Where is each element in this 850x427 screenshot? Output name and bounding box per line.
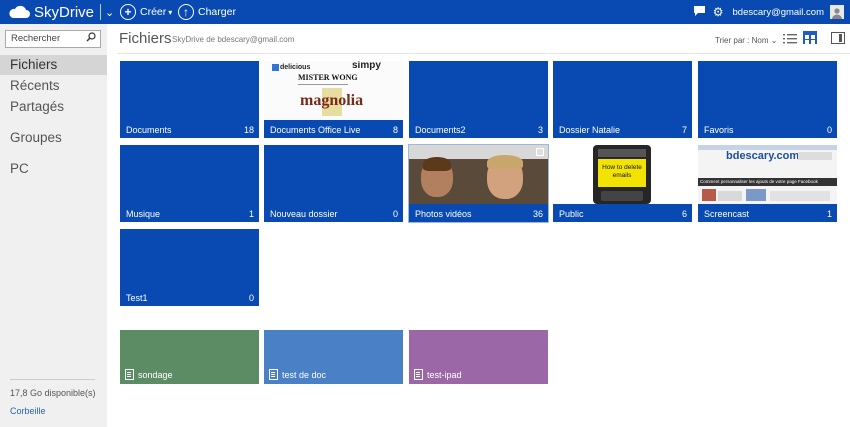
upload-circle-icon: ↑ (178, 4, 194, 20)
thumb-text-bdescary: bdescary.com (726, 150, 800, 162)
brand-name: SkyDrive (34, 3, 95, 21)
upload-button[interactable]: ↑ Charger (178, 3, 236, 21)
document-icon (125, 369, 134, 380)
create-label: Créer (140, 6, 167, 18)
sidebar-item-recents[interactable]: Récents (0, 76, 107, 96)
folder-tile-favoris[interactable]: Favoris 0 (698, 61, 837, 138)
upload-label: Charger (198, 6, 236, 18)
folder-count: 1 (248, 209, 254, 219)
folder-count: 0 (392, 209, 398, 219)
top-bar: SkyDrive ⌄ + Créer ▾ ↑ Charger ⚙ bdescar… (0, 0, 850, 24)
chevron-down-icon: ⌄ (770, 36, 778, 45)
document-tile-test-de-doc[interactable]: test de doc (264, 330, 403, 384)
document-tile-test-ipad[interactable]: test-ipad (409, 330, 548, 384)
thumbnail-view-icon[interactable] (803, 31, 817, 44)
storage-available: 17,8 Go disponible(s) (10, 388, 96, 398)
document-icon (414, 369, 423, 380)
folder-name: Documents2 (415, 125, 466, 135)
folder-tile-screencast[interactable]: bdescary.com Comment personnaliser les a… (698, 145, 837, 222)
folder-thumbnail: delicious simpy MISTER WONG magnolia (264, 61, 403, 120)
folder-name: Documents Office Live (270, 125, 361, 135)
chevron-down-icon[interactable]: ⌄ (105, 6, 114, 19)
folder-tile-dossier-natalie[interactable]: Dossier Natalie 7 (553, 61, 692, 138)
sidebar-item-partages[interactable]: Partagés (0, 97, 107, 117)
gear-icon[interactable]: ⚙ (713, 5, 724, 19)
folder-name: Public (559, 209, 584, 219)
account-area: ⚙ bdescary@gmail.com (686, 3, 844, 21)
thumb-text-delete-emails: How to delete emails (602, 164, 642, 179)
folder-count: 7 (681, 125, 687, 135)
page-title: Fichiers (119, 30, 172, 47)
folder-count: 3 (537, 125, 543, 135)
folder-thumbnail: How to delete emails (553, 145, 692, 204)
folder-tile-documents2[interactable]: Documents2 3 (409, 61, 548, 138)
folder-count: 18 (243, 125, 254, 135)
folder-tile-musique[interactable]: Musique 1 (120, 145, 259, 222)
thumb-text-delicious: delicious (280, 64, 311, 71)
list-view-icon[interactable] (783, 32, 797, 44)
folder-tile-test1[interactable]: Test1 0 (120, 229, 259, 306)
folder-count: 36 (532, 209, 543, 219)
folder-name: Nouveau dossier (270, 209, 338, 219)
folder-count: 1 (826, 209, 832, 219)
document-name: test de doc (282, 370, 327, 380)
search-icon[interactable] (86, 32, 96, 45)
brand-logo[interactable]: SkyDrive ⌄ (8, 2, 114, 22)
plus-circle-icon: + (120, 4, 136, 20)
folder-tile-public[interactable]: How to delete emails Public 6 (553, 145, 692, 222)
folder-name: Favoris (704, 125, 734, 135)
folder-tile-documents-office-live[interactable]: delicious simpy MISTER WONG magnolia Doc… (264, 61, 403, 138)
folder-tile-photos-videos[interactable]: Photos vidéos 36 (408, 144, 549, 223)
document-name: test-ipad (427, 370, 462, 380)
thumb-text-simpy: simpy (352, 61, 381, 71)
create-chevron-icon: ▾ (168, 7, 173, 17)
trash-link[interactable]: Corbeille (10, 406, 46, 416)
sidebar: Rechercher Fichiers Récents Partagés Gro… (0, 24, 107, 427)
header-divider (117, 53, 850, 54)
folder-name: Documents (126, 125, 172, 135)
folder-count: 6 (681, 209, 687, 219)
sidebar-item-fichiers[interactable]: Fichiers (0, 55, 107, 75)
brand-divider (100, 4, 102, 20)
folder-count: 8 (392, 125, 398, 135)
sort-dropdown[interactable]: Trier par : Nom ⌄ (715, 36, 777, 45)
document-icon (269, 369, 278, 380)
skydrive-cloud-icon (9, 5, 30, 19)
search-input[interactable]: Rechercher (5, 30, 101, 48)
details-pane-icon[interactable] (831, 32, 845, 44)
thumb-text-mister-wong: MISTER WONG (298, 73, 358, 82)
user-email[interactable]: bdescary@gmail.com (733, 7, 824, 18)
folder-name: Photos vidéos (415, 209, 472, 219)
sidebar-item-groupes[interactable]: Groupes (0, 128, 107, 148)
thumb-text-magnolia: magnolia (300, 92, 364, 109)
document-name: sondage (138, 370, 173, 380)
folder-count: 0 (248, 293, 254, 303)
folder-name: Musique (126, 209, 161, 219)
select-checkbox[interactable] (536, 148, 544, 156)
create-button[interactable]: + Créer ▾ (120, 3, 172, 21)
folder-count: 0 (826, 125, 832, 135)
folder-name: Test1 (126, 293, 148, 303)
folder-name: Screencast (704, 209, 750, 219)
thumb-text-facebook: Comment personnaliser les ajouts de votr… (700, 179, 818, 184)
folder-thumbnail: bdescary.com Comment personnaliser les a… (698, 145, 837, 204)
photo-thumbnail (409, 145, 548, 204)
chat-icon[interactable] (693, 5, 705, 19)
folder-name: Dossier Natalie (559, 125, 621, 135)
document-tile-sondage[interactable]: sondage (120, 330, 259, 384)
page-subtitle: SkyDrive de bdescary@gmail.com (172, 35, 295, 44)
sidebar-divider (10, 379, 95, 380)
sidebar-item-pc[interactable]: PC (0, 159, 107, 179)
avatar-icon[interactable] (830, 5, 844, 19)
folder-tile-nouveau-dossier[interactable]: Nouveau dossier 0 (264, 145, 403, 222)
sort-label: Trier par : Nom (715, 36, 769, 45)
folder-tile-documents[interactable]: Documents 18 (120, 61, 259, 138)
search-placeholder: Rechercher (11, 33, 61, 44)
